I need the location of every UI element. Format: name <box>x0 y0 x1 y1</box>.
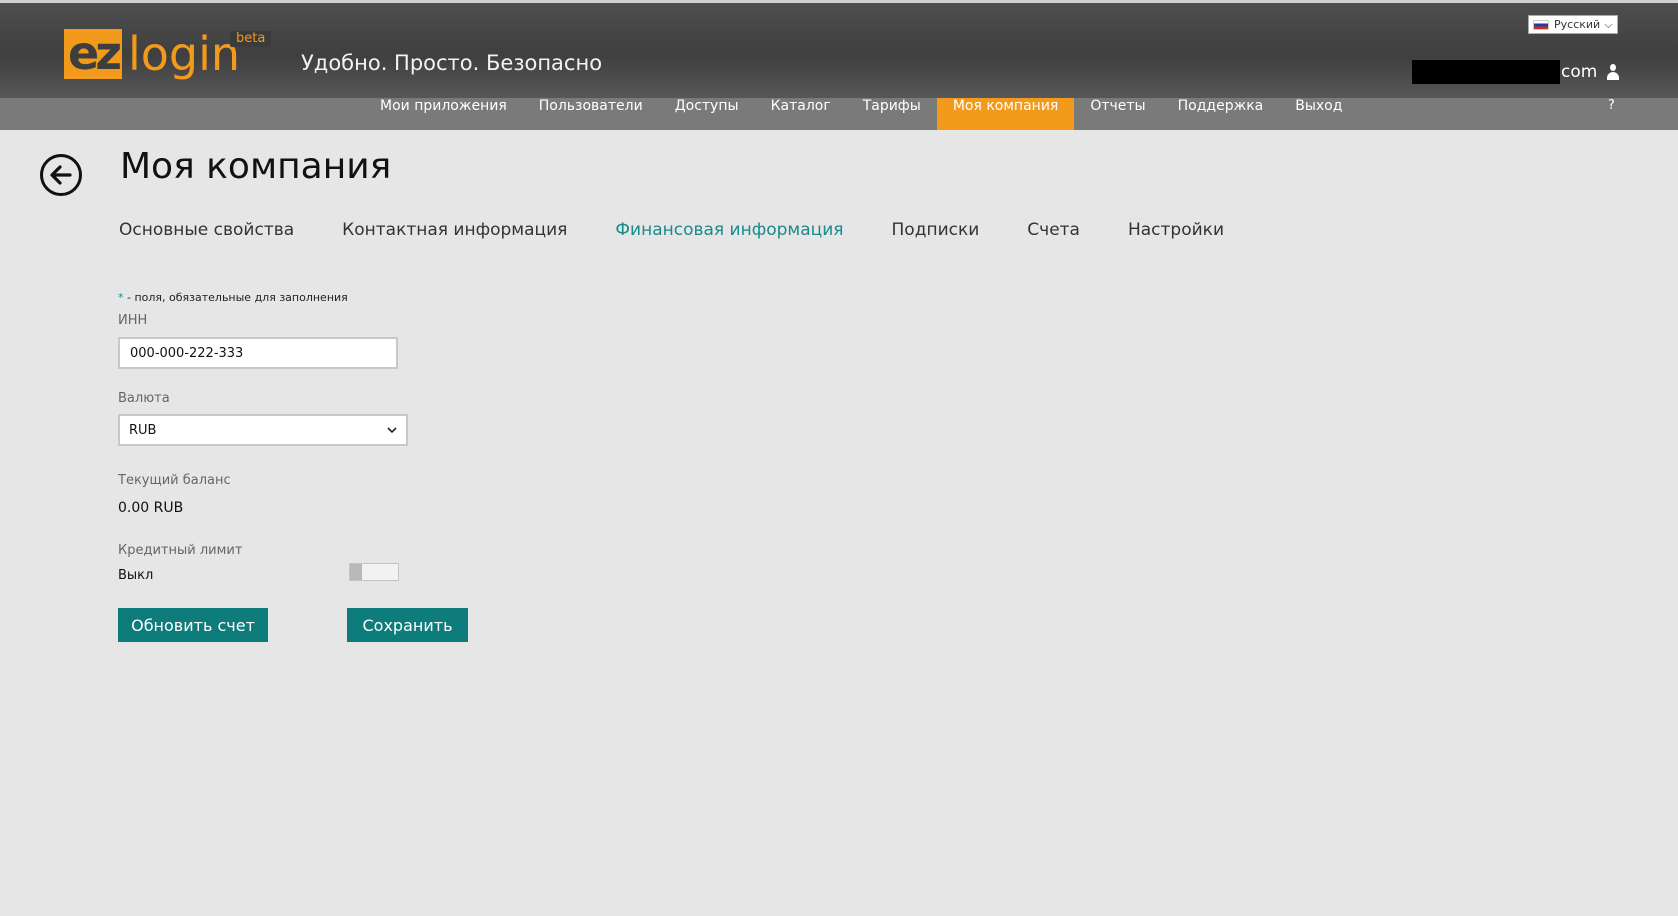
nav-item-users[interactable]: Пользователи <box>523 98 659 130</box>
nav-item-access[interactable]: Доступы <box>659 98 755 130</box>
beta-badge: beta <box>230 31 272 47</box>
language-label: Русский <box>1554 18 1601 31</box>
balance-label: Текущий баланс <box>118 473 231 488</box>
logo-ez-mark: ez <box>64 29 122 79</box>
balance-value: 0.00 RUB <box>118 500 184 516</box>
tab-subscriptions[interactable]: Подписки <box>892 220 980 240</box>
currency-selected-value: RUB <box>129 422 157 438</box>
tab-contact-info[interactable]: Контактная информация <box>342 220 567 240</box>
toggle-knob <box>350 564 362 580</box>
logo-login-text: login <box>128 27 241 81</box>
slogan: Удобно. Просто. Безопасно <box>301 51 603 75</box>
russian-flag-icon <box>1533 19 1549 30</box>
required-note-text: - поля, обязательные для заполнения <box>123 291 348 304</box>
nav-item-my-company[interactable]: Моя компания <box>936 98 1075 130</box>
tab-settings[interactable]: Настройки <box>1128 220 1224 240</box>
credit-limit-toggle[interactable] <box>349 563 399 581</box>
save-button[interactable]: Сохранить <box>347 608 468 642</box>
inn-input[interactable] <box>118 337 398 369</box>
nav-item-my-apps[interactable]: Мои приложения <box>364 98 523 130</box>
page-title: Моя компания <box>120 146 392 187</box>
inn-label: ИНН <box>118 313 148 328</box>
currency-label: Валюта <box>118 391 170 406</box>
language-select[interactable]: Русский ⌵ <box>1528 15 1618 34</box>
tab-basic-properties[interactable]: Основные свойства <box>119 220 294 240</box>
user-account[interactable]: com <box>1412 59 1620 85</box>
required-fields-note: * - поля, обязательные для заполнения <box>118 291 348 304</box>
nav-item-logout[interactable]: Выход <box>1279 98 1358 130</box>
tab-invoices[interactable]: Счета <box>1027 220 1080 240</box>
company-tabs: Основные свойства Контактная информация … <box>119 220 1272 240</box>
nav-item-reports[interactable]: Отчеты <box>1074 98 1161 130</box>
currency-select[interactable]: RUB <box>118 414 408 446</box>
chevron-down-icon: ⌵ <box>1604 17 1613 31</box>
credit-limit-state: Выкл <box>118 568 154 583</box>
chevron-down-icon <box>387 427 397 434</box>
tab-financial-info[interactable]: Финансовая информация <box>615 220 843 240</box>
nav-item-catalog[interactable]: Каталог <box>755 98 847 130</box>
arrow-left-icon <box>50 165 72 185</box>
nav-item-support[interactable]: Поддержка <box>1162 98 1280 130</box>
redacted-email <box>1412 60 1560 84</box>
user-icon[interactable] <box>1607 64 1620 80</box>
user-email-suffix: com <box>1561 62 1598 82</box>
credit-limit-label: Кредитный лимит <box>118 543 243 558</box>
back-button[interactable] <box>40 154 82 196</box>
refresh-account-button[interactable]: Обновить счет <box>118 608 268 642</box>
help-link[interactable]: ? <box>1608 98 1615 113</box>
nav-item-tariffs[interactable]: Тарифы <box>847 98 937 130</box>
main-nav: Мои приложения Пользователи Доступы Ката… <box>0 98 1678 130</box>
header: ez login beta Удобно. Просто. Безопасно … <box>0 0 1678 98</box>
